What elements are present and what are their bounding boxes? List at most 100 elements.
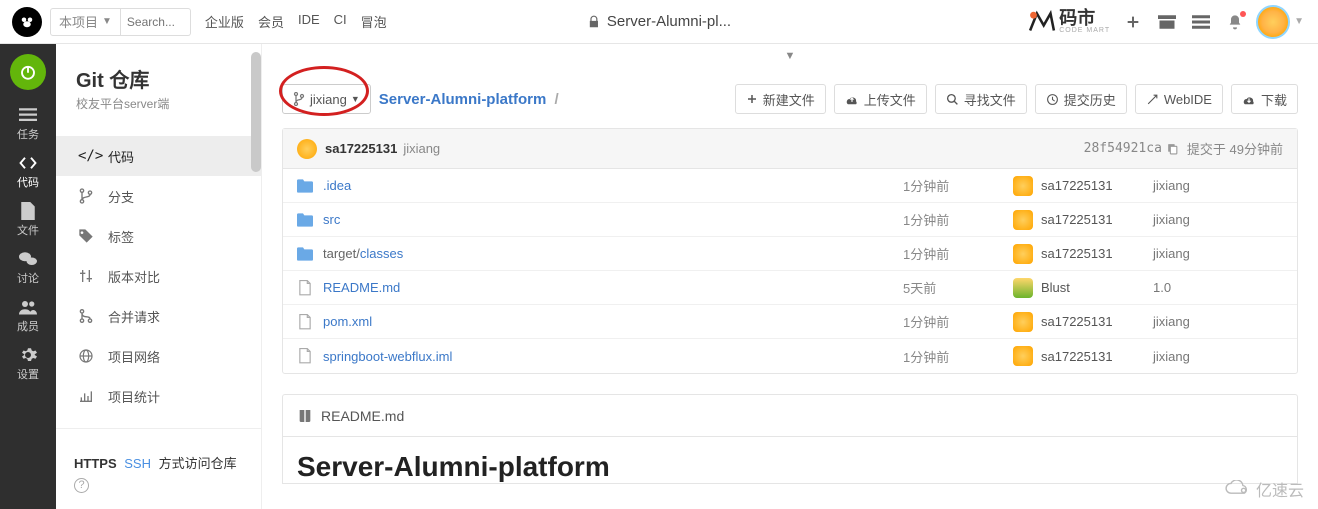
rail-files[interactable]: 文件: [8, 200, 48, 240]
top-nav: 企业版 会员 IDE CI 冒泡: [205, 12, 401, 31]
upload-button[interactable]: 上传文件: [834, 84, 927, 114]
author-avatar: [1013, 278, 1033, 298]
nav-enterprise[interactable]: 企业版: [205, 12, 244, 31]
commit-message[interactable]: jixiang: [1153, 246, 1283, 261]
file-row[interactable]: README.md 5天前 Blust 1.0: [283, 271, 1297, 305]
file-name[interactable]: springboot-webflux.iml: [323, 349, 452, 364]
rail-members[interactable]: 成员: [8, 296, 48, 336]
file-row[interactable]: .idea1分钟前sa17225131jixiang: [283, 169, 1297, 203]
author-avatar: [1013, 312, 1033, 332]
commit-message[interactable]: 1.0: [1153, 280, 1283, 295]
left-rail: 任务 代码 文件 讨论 成员 设置: [0, 44, 56, 509]
sidebar-item-compare[interactable]: 版本对比: [56, 256, 261, 296]
nav-ci[interactable]: CI: [334, 12, 347, 31]
file-time: 1分钟前: [903, 210, 1013, 229]
file-author[interactable]: sa17225131: [1041, 246, 1113, 261]
readme-heading: Server-Alumni-platform: [297, 451, 1283, 483]
nav-ide[interactable]: IDE: [298, 12, 320, 31]
file-author[interactable]: sa17225131: [1041, 212, 1113, 227]
commit-branch: jixiang: [403, 141, 440, 156]
main-panel: ▼ jixiang ▼ Server-Alumni-platform / 新建文…: [262, 44, 1318, 509]
readme-panel: README.md Server-Alumni-platform: [282, 394, 1298, 484]
nav-bubble[interactable]: 冒泡: [361, 12, 387, 31]
archive-icon[interactable]: [1150, 5, 1184, 39]
rail-discuss[interactable]: 讨论: [8, 248, 48, 288]
tag-icon: [78, 228, 94, 244]
sidebar-item-branch[interactable]: 分支: [56, 176, 261, 216]
file-name[interactable]: README.md: [323, 280, 400, 295]
sidebar-item-tag[interactable]: 标签: [56, 216, 261, 256]
webide-button[interactable]: WebIDE: [1135, 84, 1223, 114]
file-name[interactable]: pom.xml: [323, 314, 372, 329]
commit-message[interactable]: jixiang: [1153, 178, 1283, 193]
rail-tasks[interactable]: 任务: [8, 104, 48, 144]
stats-icon: [78, 388, 94, 404]
user-avatar[interactable]: [1256, 5, 1290, 39]
search-input[interactable]: [121, 8, 191, 36]
file-name[interactable]: src: [323, 212, 340, 227]
commit-message[interactable]: jixiang: [1153, 349, 1283, 364]
bell-icon[interactable]: [1218, 5, 1252, 39]
sidebar-item-network[interactable]: 项目网络: [56, 336, 261, 376]
file-name[interactable]: classes: [360, 246, 403, 261]
find-file-button[interactable]: 寻找文件: [935, 84, 1027, 114]
file-row[interactable]: target/classes1分钟前sa17225131jixiang: [283, 237, 1297, 271]
branch-selector[interactable]: jixiang ▼: [282, 84, 371, 114]
code-mart-logo[interactable]: 码市 CODE MART: [1025, 8, 1110, 36]
file-time: 5天前: [903, 278, 1013, 297]
rail-code[interactable]: 代码: [8, 152, 48, 192]
header-right: 码市 CODE MART ▼: [1025, 5, 1304, 39]
commit-message[interactable]: jixiang: [1153, 314, 1283, 329]
file-row[interactable]: springboot-webflux.iml 1分钟前 sa17225131 jixi…: [283, 339, 1297, 373]
sidebar-scrollbar[interactable]: [251, 44, 261, 509]
plus-icon[interactable]: [1116, 5, 1150, 39]
help-icon[interactable]: ?: [74, 478, 89, 493]
notification-dot: [1240, 11, 1246, 17]
globe-icon: [78, 348, 94, 364]
file-name[interactable]: .idea: [323, 178, 351, 193]
file-row[interactable]: src 1分钟前 sa17225131 jixiang: [283, 203, 1297, 237]
sidebar-title: Git 仓库: [76, 64, 241, 93]
project-selector[interactable]: 本项目▼: [50, 8, 121, 36]
copy-icon[interactable]: [1166, 142, 1179, 155]
sidebar-item-merge[interactable]: 合并请求: [56, 296, 261, 336]
rail-settings[interactable]: 设置: [8, 344, 48, 384]
file-author[interactable]: sa17225131: [1041, 349, 1113, 364]
chevron-down-icon[interactable]: ▼: [1294, 16, 1304, 27]
top-header: 本项目▼ 企业版 会员 IDE CI 冒泡 Server-Alumni-pl..…: [0, 0, 1318, 44]
power-button[interactable]: [10, 54, 46, 90]
logo-monkey-icon[interactable]: [12, 7, 42, 37]
commit-time: 提交于 49分钟前: [1187, 139, 1283, 158]
author-avatar: [1013, 346, 1033, 366]
sidebar-item-stats[interactable]: 项目统计: [56, 376, 261, 416]
collapse-caret-icon[interactable]: ▼: [785, 50, 796, 62]
commit-sha[interactable]: 28f54921ca: [1084, 141, 1162, 156]
breadcrumb: Server-Alumni-platform /: [379, 91, 563, 108]
file-author[interactable]: sa17225131: [1041, 178, 1113, 193]
book-icon: [297, 408, 313, 424]
author-avatar: [1013, 244, 1033, 264]
file-row[interactable]: pom.xml1分钟前sa17225131jixiang: [283, 305, 1297, 339]
history-button[interactable]: 提交历史: [1035, 84, 1127, 114]
commit-message[interactable]: jixiang: [1153, 212, 1283, 227]
breadcrumb-root[interactable]: Server-Alumni-platform: [379, 91, 547, 108]
download-button[interactable]: 下载: [1231, 84, 1298, 114]
nav-member[interactable]: 会员: [258, 12, 284, 31]
branch-icon: [78, 188, 94, 204]
file-author[interactable]: sa17225131: [1041, 314, 1113, 329]
sidebar-subtitle: 校友平台server端: [76, 95, 241, 112]
sidebar-item-code[interactable]: </> 代码: [56, 136, 261, 176]
clone-https-tab[interactable]: HTTPS: [74, 456, 117, 471]
commit-user[interactable]: sa17225131: [325, 141, 397, 156]
file-time: 1分钟前: [903, 347, 1013, 366]
author-avatar: [1013, 210, 1033, 230]
repo-toolbar: jixiang ▼ Server-Alumni-platform / 新建文件 …: [282, 84, 1298, 114]
list-icon[interactable]: [1184, 5, 1218, 39]
clone-ssh-tab[interactable]: SSH: [124, 456, 151, 471]
new-file-button[interactable]: 新建文件: [735, 84, 826, 114]
file-time: 1分钟前: [903, 244, 1013, 263]
clone-panel: HTTPS SSH 方式访问仓库 ?: [56, 441, 261, 509]
file-author[interactable]: Blust: [1041, 280, 1070, 295]
page-title: Server-Alumni-pl...: [587, 13, 731, 30]
compare-icon: [78, 268, 94, 284]
